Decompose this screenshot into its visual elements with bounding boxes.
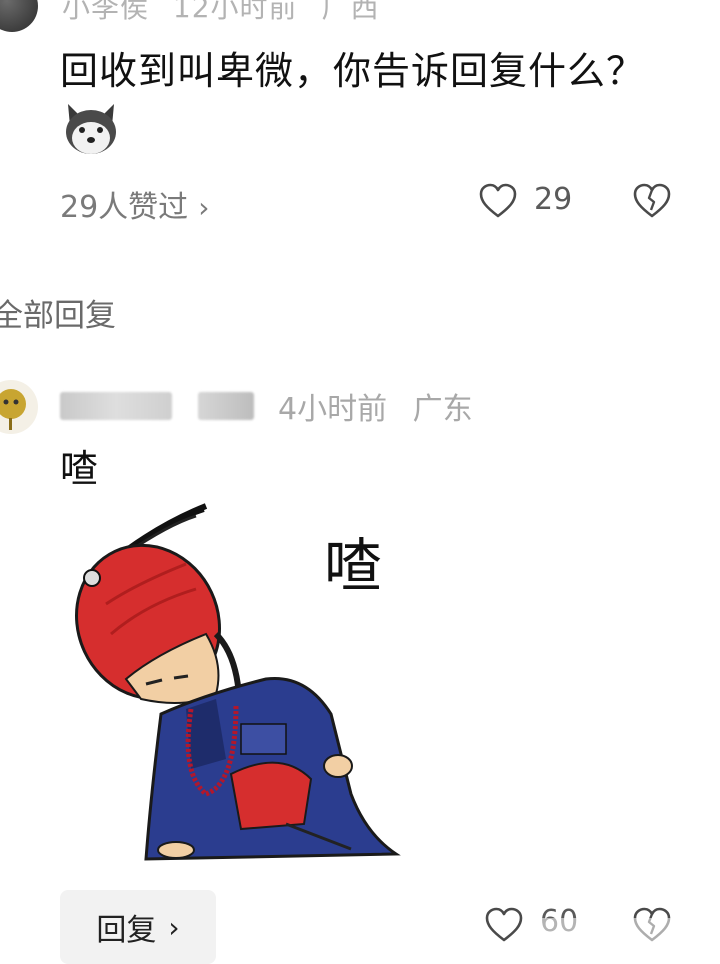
top-comment-avatar[interactable] (0, 0, 38, 32)
sticker-caption: 喳 (324, 532, 382, 600)
reply-meta: 4小时前 广东 (278, 384, 489, 428)
reply-text: 喳 (60, 447, 99, 491)
top-comment-text: 回收到叫卑微，你告诉回复什么？ (60, 49, 646, 93)
reply-avatar[interactable] (0, 380, 38, 434)
watermark-overlay (536, 918, 696, 942)
likers-label: 29人赞过 (60, 190, 189, 225)
reply-location: 广东 (412, 392, 473, 427)
top-comment-location: 广西 (321, 0, 380, 24)
redacted-username (60, 392, 172, 420)
reply-button-label: 回复 (96, 913, 157, 948)
top-like-count: 29 (534, 182, 573, 217)
likers-link[interactable]: 29人赞过 › (60, 182, 209, 226)
heart-outline-icon[interactable] (484, 906, 524, 944)
broken-heart-icon[interactable] (632, 182, 672, 220)
chevron-right-icon: › (198, 191, 210, 224)
top-comment-time: 12小时前 (172, 0, 298, 24)
avatar-image (0, 389, 26, 430)
heart-outline-icon[interactable] (478, 182, 518, 220)
top-comment-username[interactable]: 小李侯 (62, 0, 149, 24)
qing-official-sticker: 喳 (75, 503, 401, 861)
redacted-username-2 (198, 392, 254, 420)
reply-button[interactable]: 回复 › (60, 890, 216, 964)
reply-time: 4小时前 (278, 392, 388, 427)
chevron-right-icon: › (168, 910, 180, 944)
husky-emoji-icon (66, 104, 116, 154)
top-comment-meta: 小李侯 12小时前 广西 (62, 0, 393, 26)
section-title: 全部回复 (0, 298, 116, 334)
